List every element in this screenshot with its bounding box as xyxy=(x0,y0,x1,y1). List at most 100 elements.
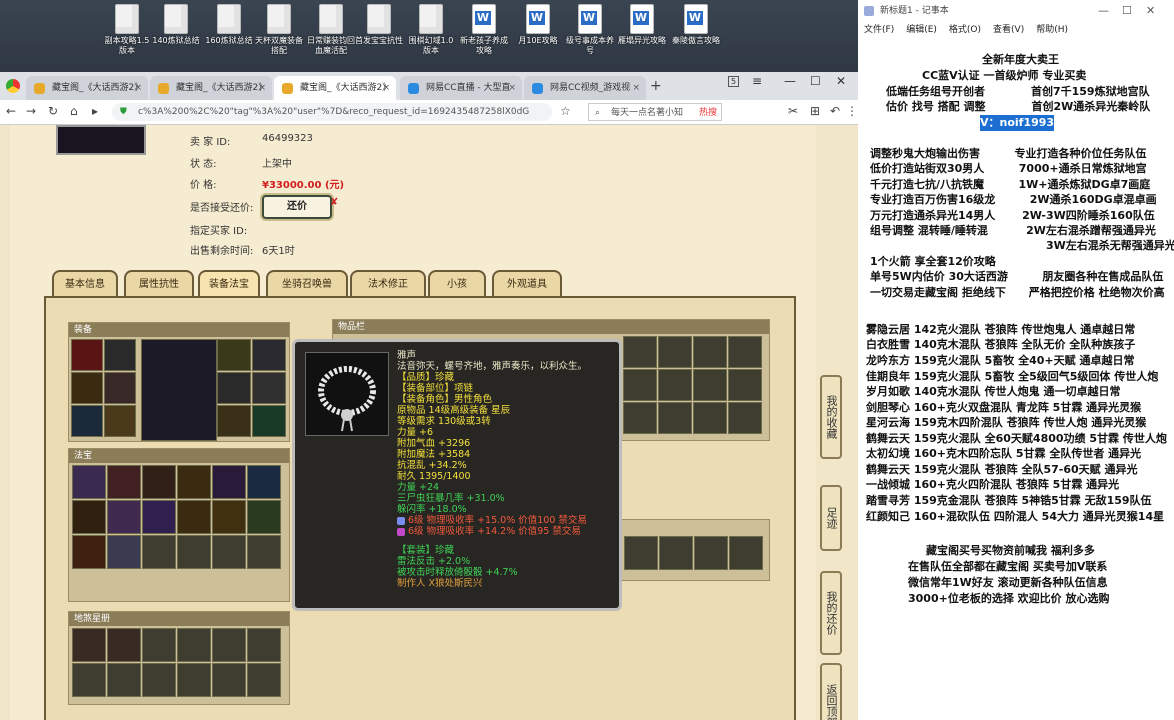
item-slot[interactable] xyxy=(177,663,211,697)
item-slot[interactable] xyxy=(247,628,281,662)
desktop-shortcut[interactable]: 围棋幻域1.0版本 xyxy=(405,4,457,56)
item-slot[interactable] xyxy=(623,369,657,401)
item-slot[interactable] xyxy=(247,465,281,499)
item-slot[interactable] xyxy=(728,336,762,368)
item-slot[interactable] xyxy=(107,535,141,569)
equip-slot[interactable] xyxy=(252,372,286,404)
forward-icon[interactable]: → xyxy=(26,104,36,118)
browser-tab[interactable]: 藏宝阁_《大话西游2》 × xyxy=(26,76,148,100)
desktop-shortcut[interactable]: 首发宝宝抗性 xyxy=(353,4,405,46)
notepad-maximize-button[interactable]: ☐ xyxy=(1122,0,1132,22)
item-slot[interactable] xyxy=(142,465,176,499)
item-slot[interactable] xyxy=(693,402,727,434)
browser-tab[interactable]: 藏宝阁_《大话西游2》 × xyxy=(274,76,396,100)
extension-icon[interactable]: ▸ xyxy=(92,104,98,118)
undo-icon[interactable]: ↶ xyxy=(830,104,840,118)
equip-slot[interactable] xyxy=(252,405,286,437)
item-slot[interactable] xyxy=(177,628,211,662)
item-slot[interactable] xyxy=(623,402,657,434)
item-slot[interactable] xyxy=(142,535,176,569)
item-slot[interactable] xyxy=(729,536,763,570)
equip-slot[interactable] xyxy=(104,372,136,404)
desktop-shortcut[interactable]: 160炼狱总结 xyxy=(203,4,255,46)
item-slot[interactable] xyxy=(212,628,246,662)
item-slot[interactable] xyxy=(658,402,692,434)
notepad-close-button[interactable]: ✕ xyxy=(1146,0,1155,22)
item-slot[interactable] xyxy=(212,500,246,534)
browser-tab[interactable]: 网易CC直播 - 大型直 × xyxy=(400,76,522,100)
menu-icon[interactable]: ≡ xyxy=(752,74,762,88)
desktop-shortcut[interactable]: W 雁塌异光攻略 xyxy=(616,4,668,46)
notepad-menu-item[interactable]: 编辑(E) xyxy=(906,25,937,35)
item-slot[interactable] xyxy=(212,663,246,697)
home-icon[interactable]: ⌂ xyxy=(70,104,78,118)
side-button[interactable]: 我的收藏 xyxy=(820,375,842,459)
tab-close-icon[interactable]: × xyxy=(382,76,390,100)
equip-slot[interactable] xyxy=(104,339,136,371)
game-tab[interactable]: 外观道具 xyxy=(492,270,562,296)
more-icon[interactable]: ⋮ xyxy=(846,104,858,118)
item-slot[interactable] xyxy=(212,535,246,569)
game-tab[interactable]: 装备法宝 xyxy=(198,270,260,296)
desktop-shortcut[interactable]: 副本攻略1.5版本 xyxy=(101,4,153,56)
item-slot[interactable] xyxy=(72,663,106,697)
star-icon[interactable]: ☆ xyxy=(560,104,571,118)
item-slot[interactable] xyxy=(623,336,657,368)
browser-tab[interactable]: 藏宝阁_《大话西游2》 × xyxy=(150,76,272,100)
item-slot[interactable] xyxy=(107,500,141,534)
tab-close-icon[interactable]: × xyxy=(508,76,516,100)
tab-count-badge[interactable]: 5 xyxy=(728,76,740,87)
item-slot[interactable] xyxy=(247,663,281,697)
item-slot[interactable] xyxy=(693,369,727,401)
notepad-menu-item[interactable]: 查看(V) xyxy=(993,25,1024,35)
notepad-menu-item[interactable]: 帮助(H) xyxy=(1036,25,1068,35)
notepad-text-area[interactable]: 全新年度大卖王 CC蓝V认证 一首级炉师 专业买卖 低端任务组号开创者 首创7千15… xyxy=(864,40,1174,720)
equip-slot[interactable] xyxy=(71,372,103,404)
item-slot[interactable] xyxy=(728,369,762,401)
game-tab[interactable]: 法术修正 xyxy=(350,270,426,296)
item-slot[interactable] xyxy=(212,465,246,499)
desktop-shortcut[interactable]: W 月10E攻略 xyxy=(512,4,564,46)
item-slot[interactable] xyxy=(72,465,106,499)
item-slot[interactable] xyxy=(659,536,693,570)
side-button[interactable]: 足迹 xyxy=(820,485,842,551)
item-slot[interactable] xyxy=(107,465,141,499)
browser-logo-icon[interactable] xyxy=(6,79,20,93)
equip-slot[interactable] xyxy=(71,405,103,437)
item-slot[interactable] xyxy=(142,628,176,662)
notepad-minimize-button[interactable]: — xyxy=(1098,0,1109,22)
item-slot[interactable] xyxy=(694,536,728,570)
equip-slot[interactable] xyxy=(217,372,251,404)
item-slot[interactable] xyxy=(107,628,141,662)
side-button[interactable]: 我的还价 xyxy=(820,571,842,655)
notepad-menu-item[interactable]: 文件(F) xyxy=(864,25,894,35)
desktop-shortcut[interactable]: 140炼狱总结 xyxy=(150,4,202,46)
item-slot[interactable] xyxy=(658,336,692,368)
item-slot[interactable] xyxy=(177,500,211,534)
address-bar[interactable]: ⛊ c%3A%200%2C%20"tag"%3A%20"user"%7D&rec… xyxy=(112,103,552,121)
equip-slot[interactable] xyxy=(217,405,251,437)
desktop-shortcut[interactable]: W 级号事成本养号 xyxy=(564,4,616,56)
tab-close-icon[interactable]: × xyxy=(134,76,142,100)
equip-slot[interactable] xyxy=(104,405,136,437)
close-window-button[interactable]: ✕ xyxy=(836,74,846,88)
item-slot[interactable] xyxy=(72,535,106,569)
minimize-button[interactable]: — xyxy=(784,74,796,88)
equip-slot-necklace[interactable] xyxy=(252,339,286,371)
item-slot[interactable] xyxy=(693,336,727,368)
item-slot[interactable] xyxy=(142,663,176,697)
item-slot[interactable] xyxy=(72,500,106,534)
browser-tab[interactable]: 网易CC视频_游戏视 × xyxy=(524,76,646,100)
tab-close-icon[interactable]: × xyxy=(258,76,266,100)
item-slot[interactable] xyxy=(728,402,762,434)
back-icon[interactable]: ← xyxy=(6,104,16,118)
counter-offer-button[interactable]: 还价 xyxy=(262,195,332,219)
desktop-shortcut[interactable]: W 秦陵傲言攻略 xyxy=(670,4,722,46)
desktop-shortcut[interactable]: 天杯双魔装备搭配 xyxy=(253,4,305,56)
new-tab-button[interactable]: + xyxy=(650,78,662,94)
item-slot[interactable] xyxy=(624,536,658,570)
game-tab[interactable]: 小孩 xyxy=(428,270,486,296)
maximize-button[interactable]: ☐ xyxy=(810,74,821,88)
game-tab[interactable]: 坐骑召唤兽 xyxy=(266,270,348,296)
equip-slot[interactable] xyxy=(217,339,251,371)
